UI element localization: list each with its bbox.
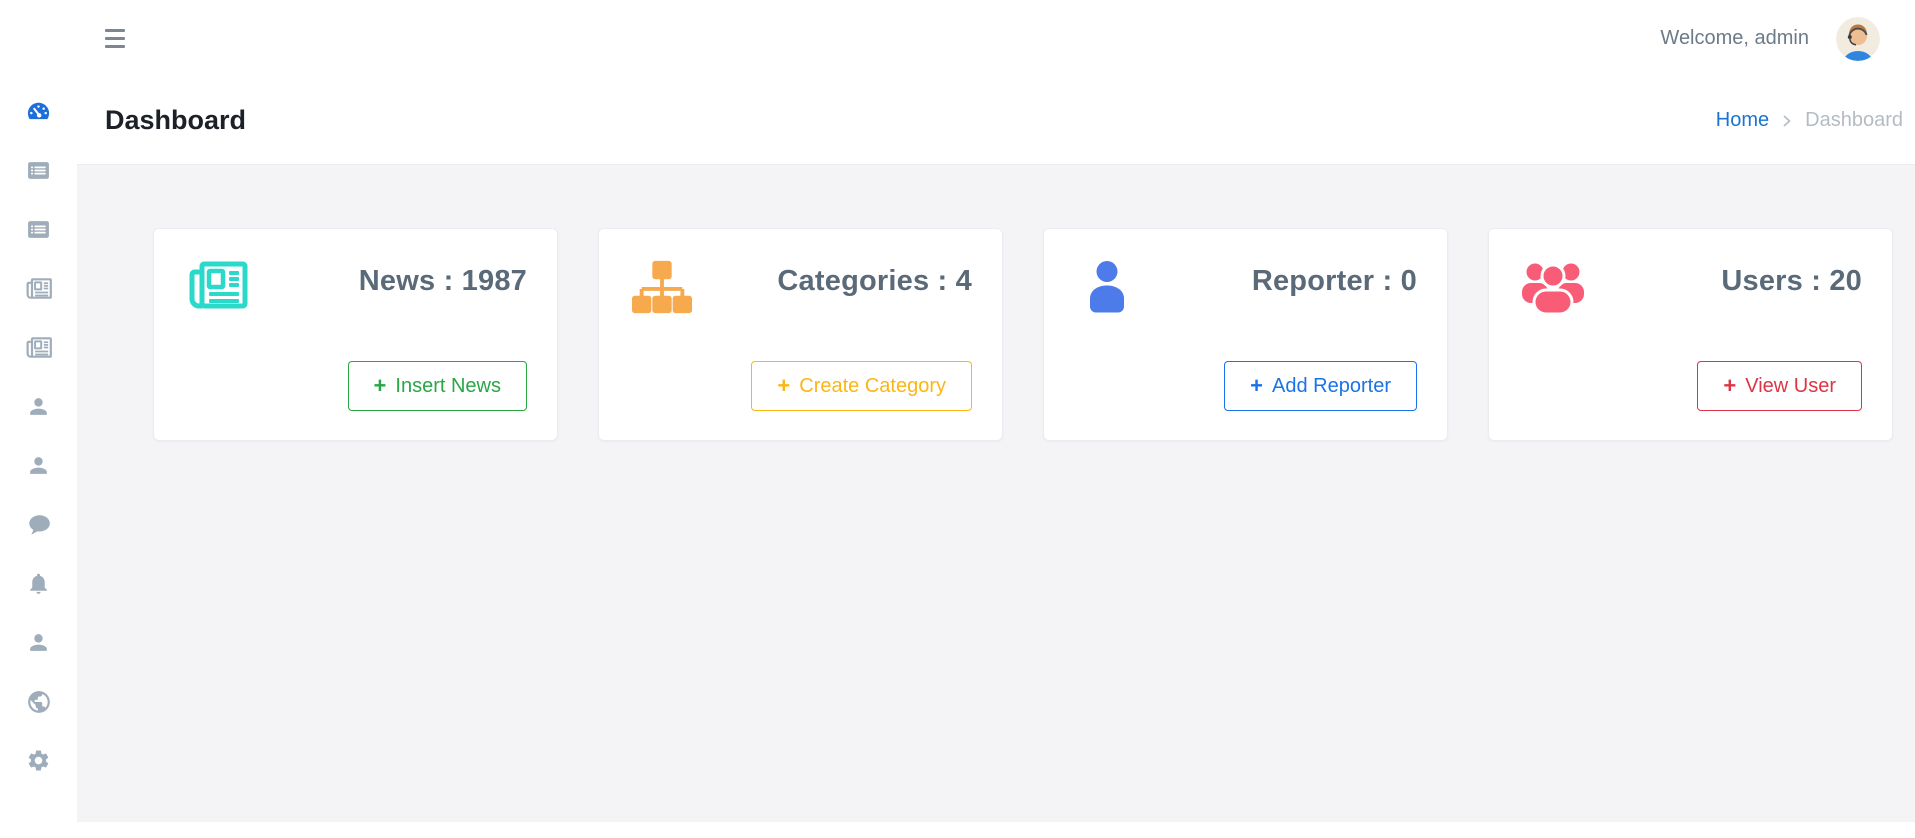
sidebar-item-users[interactable] [0,436,77,495]
news-count: News : 1987 [359,265,527,298]
tachometer-icon [25,98,52,125]
plus-icon: + [1723,375,1736,397]
user-icon [26,394,51,419]
page-header: Dashboard Home Dashboard [77,77,1915,165]
list-icon [26,217,51,242]
sidebar-item-dashboard[interactable] [0,82,77,141]
users-card: Users : 20 + View User [1488,228,1893,441]
sidebar-item-news-2[interactable] [0,318,77,377]
hamburger-icon [105,29,125,32]
button-label: Insert News [395,375,501,398]
categories-count: Categories : 4 [777,265,972,298]
user-icon [26,630,51,655]
sidebar-nav [0,77,77,838]
sidebar-item-reporter[interactable] [0,377,77,436]
add-reporter-button[interactable]: + Add Reporter [1224,361,1417,411]
newspaper-icon [186,259,250,311]
reporter-count: Reporter : 0 [1252,265,1417,298]
user-avatar[interactable] [1836,17,1880,61]
user-icon [26,453,51,478]
news-card: News : 1987 + Insert News [153,228,558,441]
main-area: Dashboard Home Dashboard [77,77,1915,838]
users-icon [1521,259,1585,315]
button-label: Add Reporter [1272,375,1391,398]
sidebar-item-website[interactable] [0,672,77,731]
view-user-button[interactable]: + View User [1697,361,1862,411]
sidebar-item-notifications[interactable] [0,554,77,613]
bell-icon [26,571,51,596]
admin-dashboard-app: Welcome, admin [0,0,1915,838]
plus-icon: + [777,375,790,397]
reporter-card: Reporter : 0 + Add Reporter [1043,228,1448,441]
chevron-right-icon [1779,113,1795,129]
plus-icon: + [1250,375,1263,397]
user-icon [1082,259,1132,313]
avatar-image [1836,17,1880,61]
gear-icon [26,748,51,773]
plus-icon: + [374,375,387,397]
welcome-text: Welcome, admin [1660,27,1809,50]
button-label: View User [1745,375,1836,398]
globe-icon [26,689,52,715]
breadcrumb: Home Dashboard [1716,109,1903,132]
users-count: Users : 20 [1721,265,1862,298]
sidebar-item-list-1[interactable] [0,141,77,200]
create-category-button[interactable]: + Create Category [751,361,972,411]
sidebar-item-news-1[interactable] [0,259,77,318]
categories-card: Categories : 4 + Create Category [598,228,1003,441]
sidebar-item-settings[interactable] [0,731,77,790]
footer [77,822,1915,838]
sitemap-icon [631,259,693,315]
sidebar-item-list-2[interactable] [0,200,77,259]
comment-icon [26,512,52,538]
topbar: Welcome, admin [0,0,1915,77]
breadcrumb-home-link[interactable]: Home [1716,109,1769,132]
sidebar-item-profile[interactable] [0,613,77,672]
button-label: Create Category [799,375,946,398]
page-body: Dashboard Home Dashboard [0,77,1915,838]
content: News : 1987 + Insert News [77,165,1915,822]
sidebar-item-comments[interactable] [0,495,77,554]
topbar-right: Welcome, admin [1660,17,1880,61]
breadcrumb-current: Dashboard [1805,109,1903,132]
insert-news-button[interactable]: + Insert News [348,361,527,411]
newspaper-icon [25,336,53,359]
page-title: Dashboard [105,105,246,136]
newspaper-icon [25,277,53,300]
stat-cards-row: News : 1987 + Insert News [77,165,1915,441]
menu-toggle-button[interactable] [103,25,127,52]
list-icon [26,158,51,183]
